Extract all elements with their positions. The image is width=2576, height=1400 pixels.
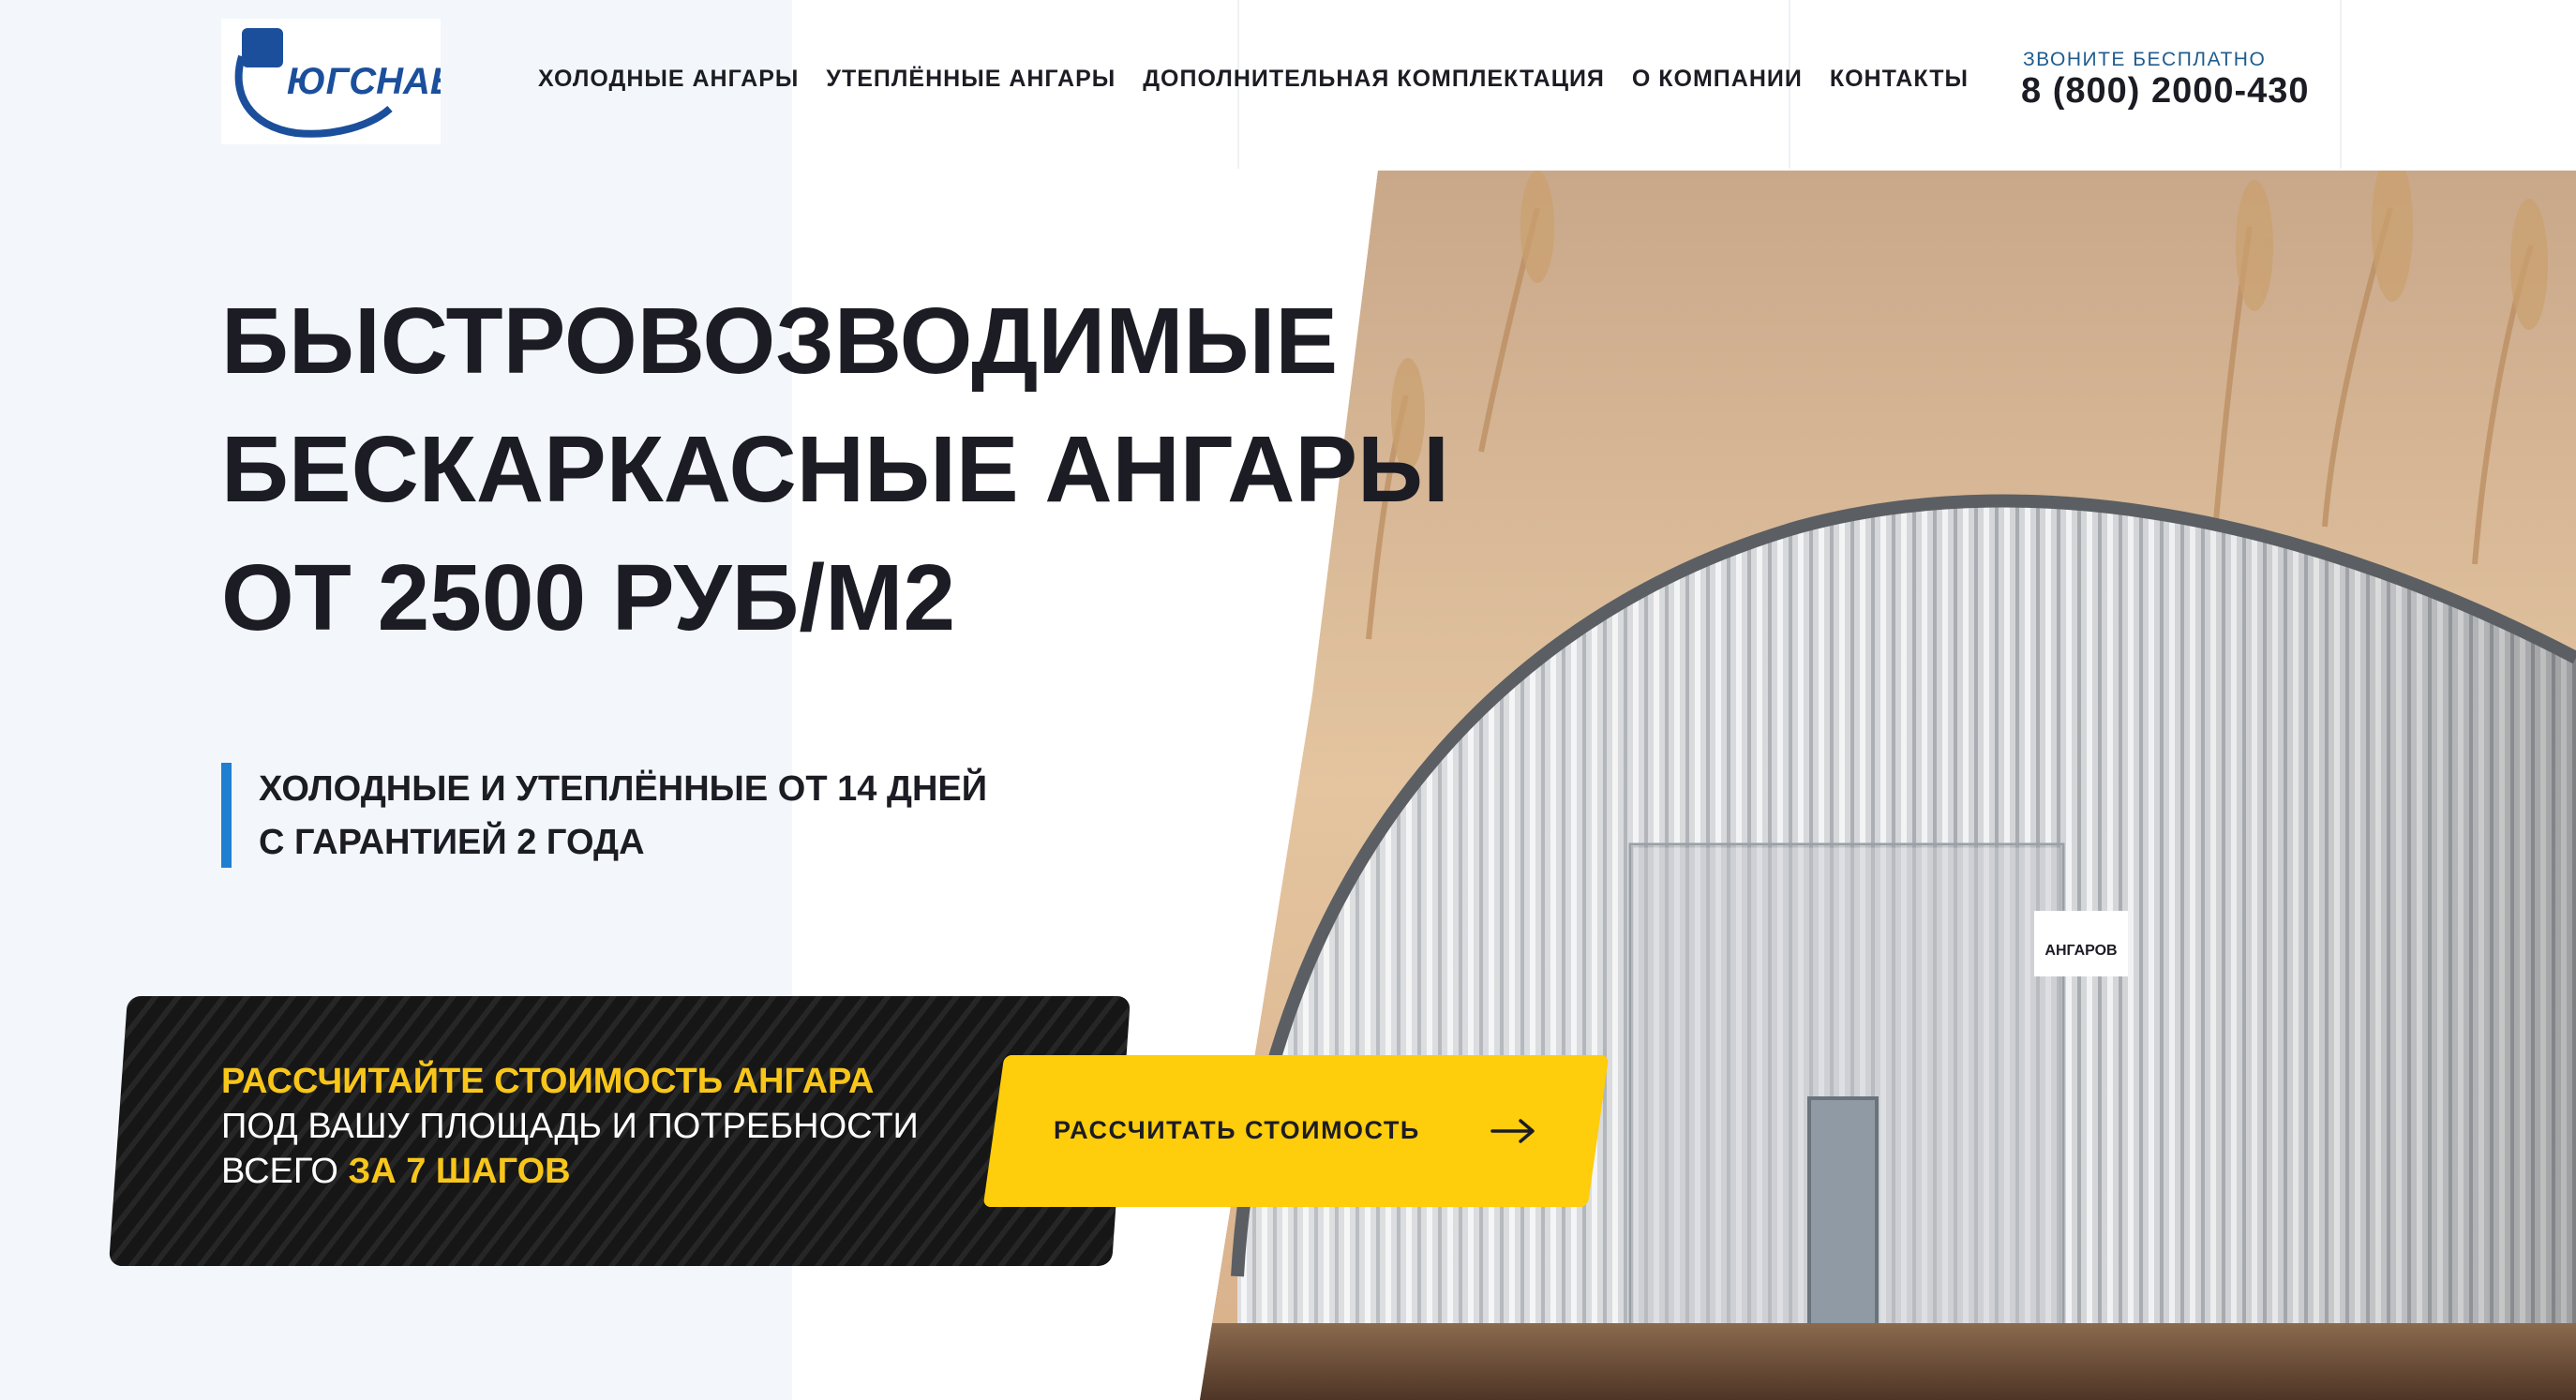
promo-steps-highlight: ЗА 7 ШАГОВ bbox=[348, 1152, 571, 1191]
arrow-right-icon[interactable] bbox=[1490, 1117, 1537, 1145]
hero-subheadline: ХОЛОДНЫЕ И УТЕПЛЁННЫЕ ОТ 14 ДНЕЙ С ГАРАН… bbox=[221, 763, 987, 868]
phone-number-link[interactable]: 8 (800) 2000-430 bbox=[2021, 71, 2310, 112]
subheadline-line-1: ХОЛОДНЫЕ И УТЕПЛЁННЫЕ ОТ 14 ДНЕЙ bbox=[259, 769, 988, 809]
company-logo[interactable]: ЮГСНАБ bbox=[221, 19, 457, 144]
promo-line-3-prefix: ВСЕГО bbox=[221, 1152, 349, 1191]
hero-headline: БЫСТРОВОЗВОДИМЫЕ БЕСКАРКАСНЫЕ АНГАРЫ ОТ … bbox=[221, 277, 1627, 663]
nav-item-insulated-hangars[interactable]: УТЕПЛЁННЫЕ АНГАРЫ bbox=[826, 66, 1116, 93]
logo-square-icon bbox=[242, 28, 283, 67]
headline-line-2: БЕСКАРКАСНЫЕ АНГАРЫ bbox=[221, 417, 1449, 522]
calculator-promo-text: РАССЧИТАЙТЕ СТОИМОСТЬ АНГАРА ПОД ВАШУ ПЛ… bbox=[221, 1059, 919, 1194]
calculate-cost-button-label[interactable]: РАССЧИТАТЬ СТОИМОСТЬ bbox=[1054, 1116, 1420, 1145]
subheadline-line-2: С ГАРАНТИЕЙ 2 ГОДА bbox=[259, 823, 645, 862]
logo-text: ЮГСНАБ bbox=[287, 61, 441, 102]
headline-line-1: БЫСТРОВОЗВОДИМЫЕ bbox=[221, 289, 1339, 394]
nav-item-extra-equipment[interactable]: ДОПОЛНИТЕЛЬНАЯ КОМПЛЕКТАЦИЯ bbox=[1143, 66, 1605, 93]
promo-line-1: РАССЧИТАЙТЕ СТОИМОСТЬ АНГАРА bbox=[221, 1062, 875, 1101]
nav-item-contacts[interactable]: КОНТАКТЫ bbox=[1830, 66, 1969, 93]
main-navigation: ХОЛОДНЫЕ АНГАРЫ УТЕПЛЁННЫЕ АНГАРЫ ДОПОЛН… bbox=[538, 66, 1996, 93]
nav-item-about[interactable]: О КОМПАНИИ bbox=[1632, 66, 1803, 93]
promo-line-3: ВСЕГО ЗА 7 ШАГОВ bbox=[221, 1149, 919, 1194]
hangar-sign-text: АНГАРОВ bbox=[2044, 943, 2117, 959]
promo-line-2: ПОД ВАШУ ПЛОЩАДЬ И ПОТРЕБНОСТИ bbox=[221, 1107, 919, 1146]
headline-line-3: ОТ 2500 РУБ/М2 bbox=[221, 545, 956, 650]
grid-divider bbox=[2340, 0, 2342, 169]
free-call-label: ЗВОНИТЕ БЕСПЛАТНО bbox=[2023, 49, 2267, 70]
nav-item-cold-hangars[interactable]: ХОЛОДНЫЕ АНГАРЫ bbox=[538, 66, 799, 93]
